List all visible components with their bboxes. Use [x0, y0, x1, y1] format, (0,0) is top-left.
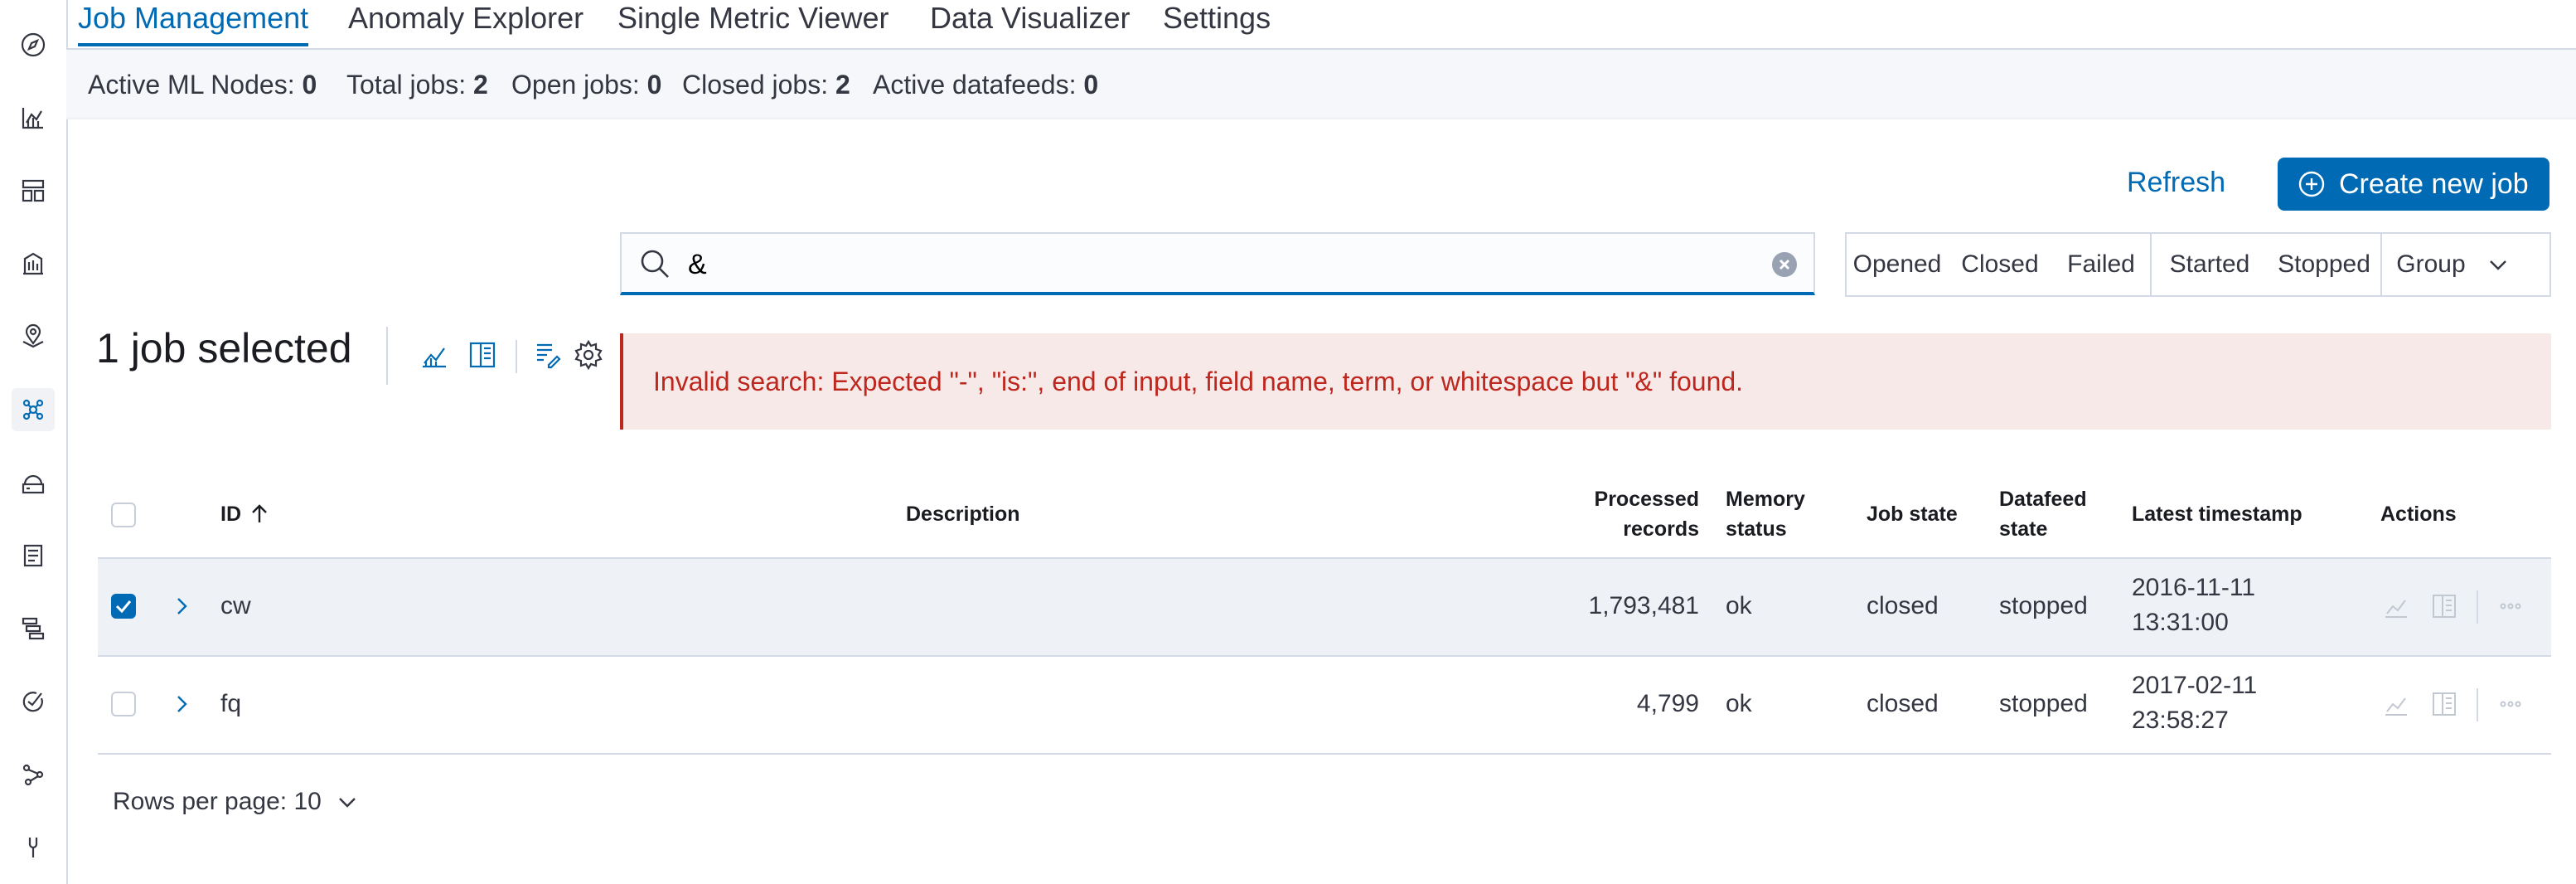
tab-single-metric-viewer[interactable]: Single Metric Viewer: [617, 0, 889, 43]
filter-closed[interactable]: Closed: [1948, 234, 2052, 295]
canvas-icon[interactable]: [12, 242, 55, 285]
job-stats-bar: Active ML Nodes: 0 Total jobs: 2 Open jo…: [66, 50, 2576, 119]
open-in-anomaly-explorer-icon[interactable]: [418, 338, 451, 372]
row-single-metric-viewer-icon[interactable]: [2430, 690, 2458, 718]
maps-icon[interactable]: [12, 315, 55, 358]
open-in-single-metric-viewer-icon[interactable]: [466, 338, 499, 372]
row-action-divider: [2477, 590, 2478, 624]
graph-icon[interactable]: [12, 753, 55, 796]
column-header-actions: Actions: [2380, 503, 2457, 526]
column-header-id[interactable]: ID: [220, 499, 271, 529]
chevron-down-icon: [2489, 260, 2506, 270]
refresh-button[interactable]: Refresh: [2127, 164, 2225, 201]
search-input[interactable]: [686, 242, 1717, 287]
selected-jobs-label: 1 job selected: [96, 325, 352, 372]
left-nav: [0, 0, 68, 884]
expand-row-chevron-icon[interactable]: [169, 692, 194, 716]
column-header-datafeed-state[interactable]: Datafeed state: [1999, 484, 2087, 544]
job-state: closed: [1867, 690, 1939, 717]
divider: [386, 327, 388, 385]
row-more-actions-icon[interactable]: [2496, 690, 2525, 718]
clear-search-icon[interactable]: [1772, 252, 1797, 277]
stat-active-datafeeds: Active datafeeds: 0: [873, 70, 1099, 100]
row-single-metric-viewer-icon[interactable]: [2430, 592, 2458, 620]
filter-group: Opened Closed Failed Started Stopped Gro…: [1845, 232, 2551, 297]
select-all-checkbox[interactable]: [111, 503, 136, 527]
stat-active-ml-nodes: Active ML Nodes: 0: [88, 70, 317, 100]
filter-opened[interactable]: Opened: [1847, 234, 1948, 295]
job-search-bar: [620, 232, 1815, 295]
plus-in-circle-icon: [2298, 171, 2325, 197]
apm-icon[interactable]: [12, 607, 55, 650]
create-new-job-button[interactable]: Create new job: [2278, 158, 2549, 211]
gear-icon[interactable]: [572, 338, 605, 372]
processed-records: 4,799: [1636, 690, 1699, 717]
edit-job-icon[interactable]: [530, 338, 564, 372]
tab-settings[interactable]: Settings: [1163, 0, 1271, 43]
divider: [516, 340, 517, 373]
logs-icon[interactable]: [12, 534, 55, 577]
arrow-up-icon: [252, 504, 267, 522]
search-error-callout: Invalid search: Expected "-", "is:", end…: [620, 333, 2551, 430]
filter-failed[interactable]: Failed: [2052, 234, 2150, 295]
visualize-icon[interactable]: [12, 96, 55, 139]
chevron-down-icon: [338, 798, 356, 808]
tab-anomaly-explorer[interactable]: Anomaly Explorer: [348, 0, 583, 43]
memory-status: ok: [1726, 592, 1752, 619]
dashboard-icon[interactable]: [12, 169, 55, 212]
group-filter-label: Group: [2396, 250, 2466, 278]
latest-timestamp: 2017-02-11 23:58:27: [2132, 672, 2258, 734]
column-header-job-state[interactable]: Job state: [1867, 499, 1958, 529]
job-state: closed: [1867, 592, 1939, 619]
column-header-description[interactable]: Description: [906, 499, 1020, 529]
filter-group-dropdown[interactable]: Group: [2382, 234, 2525, 295]
search-error-message: Invalid search: Expected "-", "is:", end…: [653, 367, 1744, 396]
tab-job-management[interactable]: Job Management: [78, 0, 309, 46]
stat-closed-jobs: Closed jobs: 2: [682, 70, 850, 100]
job-id: fq: [220, 690, 242, 717]
expand-row-chevron-icon[interactable]: [169, 594, 194, 619]
row-more-actions-icon[interactable]: [2496, 592, 2525, 620]
stat-open-jobs: Open jobs: 0: [511, 70, 662, 100]
create-new-job-label: Create new job: [2339, 168, 2529, 200]
row-checkbox[interactable]: [111, 594, 136, 619]
filter-stopped[interactable]: Stopped: [2268, 234, 2380, 295]
row-anomaly-explorer-icon[interactable]: [2382, 592, 2410, 620]
search-icon: [641, 250, 669, 278]
table-row[interactable]: fq 4,799 ok closed stopped 2017-02-11 23:…: [98, 657, 2551, 755]
datafeed-state: stopped: [1999, 592, 2088, 619]
row-checkbox[interactable]: [111, 692, 136, 716]
filter-started[interactable]: Started: [2152, 234, 2268, 295]
table-row[interactable]: cw 1,793,481 ok closed stopped 2016-11-1…: [98, 559, 2551, 657]
infrastructure-icon[interactable]: [12, 461, 55, 504]
job-id: cw: [220, 592, 251, 619]
datafeed-state: stopped: [1999, 690, 2088, 717]
row-action-divider: [2477, 688, 2478, 721]
row-anomaly-explorer-icon[interactable]: [2382, 690, 2410, 718]
ml-tabs: Job Management Anomaly Explorer Single M…: [66, 0, 2576, 50]
dev-tools-icon[interactable]: [12, 826, 55, 869]
processed-records: 1,793,481: [1588, 592, 1699, 619]
tab-data-visualizer[interactable]: Data Visualizer: [930, 0, 1130, 43]
memory-status: ok: [1726, 690, 1752, 717]
stat-total-jobs: Total jobs: 2: [346, 70, 488, 100]
column-header-processed-records[interactable]: Processed records: [1490, 484, 1699, 544]
rows-per-page-selector[interactable]: Rows per page: 10: [113, 788, 360, 816]
uptime-icon[interactable]: [12, 680, 55, 723]
latest-timestamp: 2016-11-11 13:31:00: [2132, 574, 2256, 636]
jobs-table-header: ID Description Processed records Memory st…: [98, 473, 2551, 559]
rows-per-page-label: Rows per page: 10: [113, 788, 322, 815]
machine-learning-icon[interactable]: [12, 388, 55, 431]
column-header-memory-status[interactable]: Memory status: [1726, 484, 1805, 544]
column-header-latest-timestamp[interactable]: Latest timestamp: [2132, 499, 2302, 529]
discover-compass-icon[interactable]: [12, 23, 55, 66]
